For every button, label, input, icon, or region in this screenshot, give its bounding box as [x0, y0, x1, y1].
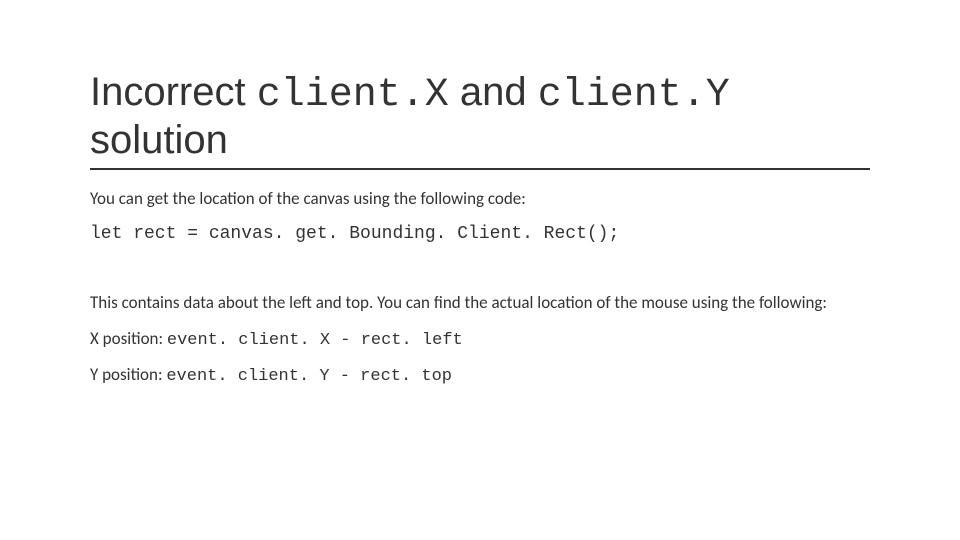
explain-text: This contains data about the left and to…	[90, 292, 870, 314]
y-code: event. client. Y - rect. top	[166, 367, 452, 386]
code-get-rect: let rect = canvas. get. Bounding. Client…	[90, 224, 870, 244]
x-position-line: X position: event. client. X - rect. lef…	[90, 328, 870, 350]
y-label: Y position:	[90, 364, 166, 385]
spacer	[90, 258, 870, 292]
y-position-line: Y position: event. client. Y - rect. top	[90, 364, 870, 386]
title-code-1: client.X	[257, 73, 449, 118]
slide: Incorrect client.X and client.Y solution…	[0, 0, 960, 540]
title-code-2: client.Y	[538, 73, 730, 118]
slide-title: Incorrect client.X and client.Y solution	[90, 70, 870, 170]
title-text-3: solution	[90, 118, 228, 162]
x-label: X position:	[90, 328, 167, 349]
intro-text: You can get the location of the canvas u…	[90, 188, 870, 210]
x-code: event. client. X - rect. left	[167, 331, 463, 350]
title-text-1: Incorrect	[90, 70, 257, 114]
title-text-2: and	[449, 70, 538, 114]
